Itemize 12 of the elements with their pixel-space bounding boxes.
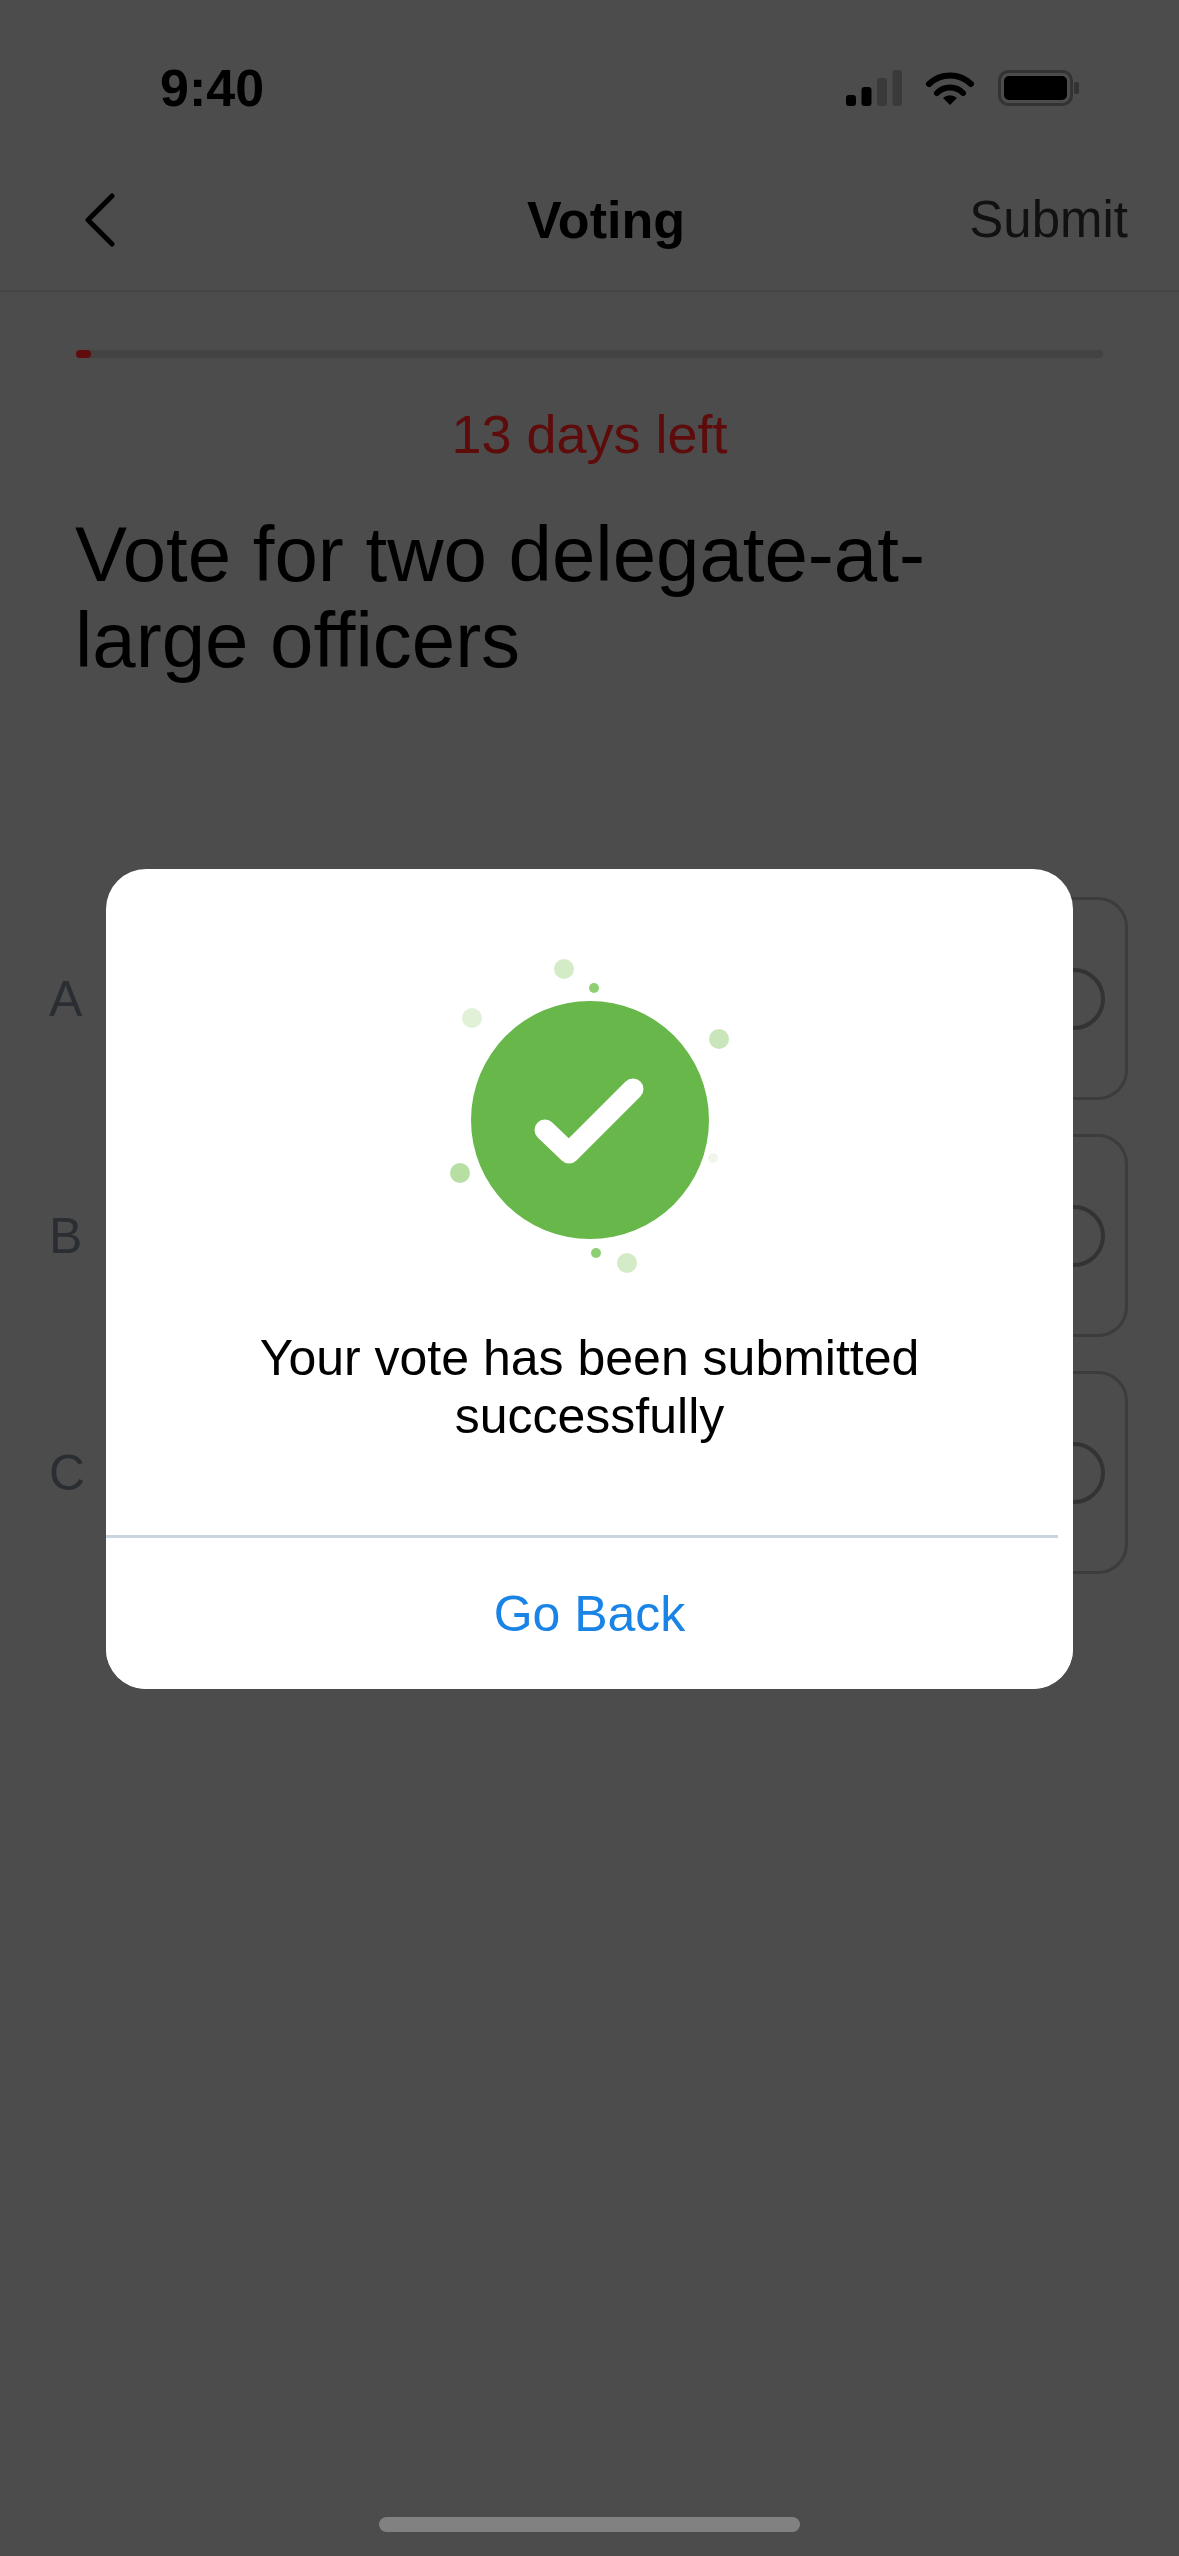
wifi-icon	[925, 70, 975, 106]
nav-title: Voting	[527, 189, 685, 251]
submit-button[interactable]: Submit	[969, 189, 1128, 251]
signal-icon	[846, 70, 902, 106]
back-button[interactable]	[84, 193, 116, 247]
chevron-left-icon	[84, 193, 116, 247]
question-title: Vote for two delegate-at-large officers	[75, 511, 926, 683]
check-circle-icon	[448, 957, 731, 1275]
status-time: 9:40	[160, 62, 265, 114]
battery-icon	[998, 70, 1080, 106]
days-left-label: 13 days left	[451, 403, 728, 466]
success-message: Your vote has been submitted successfully	[258, 1329, 921, 1445]
